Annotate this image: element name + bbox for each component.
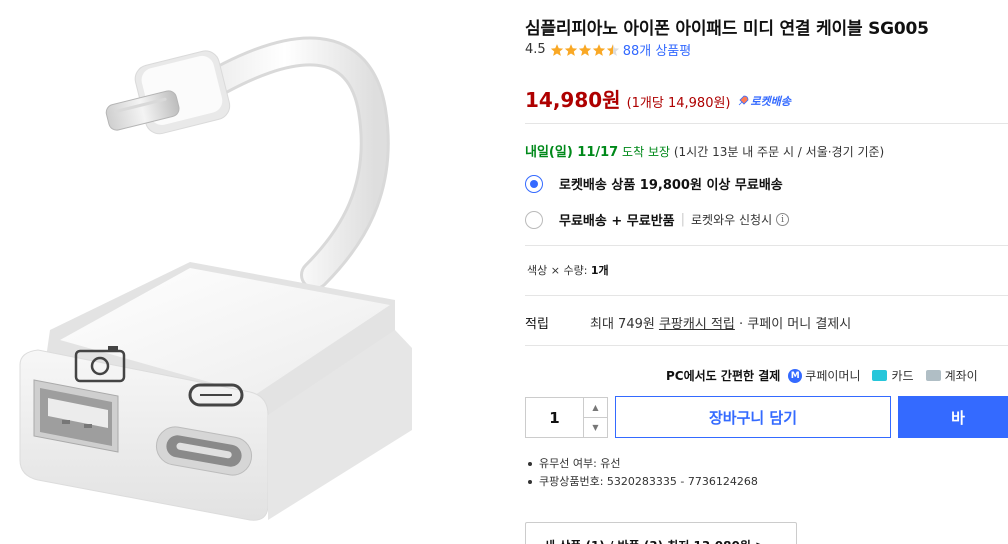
payment-card[interactable]: 카드 (872, 367, 914, 384)
coupay-money-icon: M (788, 368, 803, 383)
option-summary-prefix: 색상 × 수량: (527, 264, 591, 277)
sale-price: 14,980원 (525, 88, 621, 112)
quantity-up-icon[interactable]: ▲ (584, 398, 607, 418)
radio-selected[interactable] (525, 174, 543, 193)
product-details-list: 유무선 여부: 유선 쿠팡상품번호: 5320283335 - 77361242… (527, 455, 758, 491)
shipping-option-rocket[interactable]: 로켓배송 상품 19,800원 이상 무료배송 (525, 174, 783, 193)
radio-unselected[interactable] (525, 210, 543, 229)
divider (525, 123, 1008, 124)
star-rating (550, 43, 620, 57)
lightning-adapter-illustration (19, 36, 412, 521)
payment-methods: PC에서도 간편한 결제 M 쿠페이머니 카드 계좌이 (666, 367, 990, 384)
card-icon (872, 370, 888, 381)
option-summary-value: 1개 (590, 264, 609, 277)
points-text: 최대 749원 (590, 317, 659, 332)
cash-points: 적립 최대 749원 쿠팡캐시 적립 · 쿠페이 머니 결제시 (525, 313, 851, 332)
arrival-info: 내일(일) 11/17 도착 보장 (1시간 13분 내 주문 시 / 서울·경… (525, 141, 884, 160)
payment-method-label: 쿠페이머니 (805, 369, 861, 383)
price-row: 14,980원 (1개당 14,980원) 로켓배송 (525, 84, 791, 113)
rocket-delivery-label: 로켓배송 (750, 95, 791, 108)
arrival-condition: (1시간 13분 내 주문 시 / 서울·경기 기준) (673, 145, 885, 159)
star-full-icon (592, 43, 605, 56)
quantity-input[interactable]: 1 (526, 398, 583, 437)
rating-row[interactable]: 4.5 88개 상품평 (525, 40, 691, 59)
product-image (0, 0, 512, 544)
other-sellers-button[interactable]: 새 상품 (1) / 반품 (3) 최저 13,080원 > (525, 522, 797, 544)
star-full-icon (564, 43, 577, 56)
payment-method-label: 계좌이 (944, 369, 978, 383)
arrival-guarantee: 도착 보장 (622, 145, 671, 159)
coupang-cash-link[interactable]: 쿠팡캐시 적립 (659, 317, 735, 332)
payment-method-label: 카드 (891, 369, 914, 383)
points-label: 적립 (525, 317, 549, 332)
star-half-icon (606, 43, 619, 56)
shipping-option-sub: 로켓와우 신청시 (691, 213, 773, 227)
rating-value: 4.5 (525, 42, 546, 57)
rocket-icon (738, 95, 748, 106)
product-title: 심플리피아노 아이폰 아이패드 미디 연결 케이블 SG005 (525, 19, 929, 39)
buy-now-button[interactable]: 바 (898, 396, 1008, 438)
points-text-after: · 쿠페이 머니 결제시 (734, 317, 852, 332)
selected-option-summary: 색상 × 수량: 1개 (527, 262, 609, 278)
shipping-option-free-return[interactable]: 무료배송 + 무료반품 | 로켓와우 신청시 i (525, 210, 790, 229)
payment-coupay-money[interactable]: M 쿠페이머니 (788, 367, 860, 384)
divider (525, 295, 1008, 296)
bank-transfer-icon (925, 370, 941, 381)
rocket-delivery-badge: 로켓배송 (737, 93, 791, 109)
info-icon[interactable]: i (776, 213, 790, 226)
divider (525, 345, 1008, 346)
unit-price: (1개당 14,980원) (626, 96, 731, 111)
payment-bank[interactable]: 계좌이 (925, 367, 978, 384)
divider (525, 245, 1008, 246)
add-to-cart-button[interactable]: 장바구니 담기 (615, 396, 891, 438)
list-item: 유무선 여부: 유선 (527, 455, 758, 473)
review-count-link[interactable]: 88개 상품평 (623, 40, 692, 59)
arrival-date: 내일(일) 11/17 (525, 145, 619, 160)
separator: | (680, 212, 686, 227)
payment-title: PC에서도 간편한 결제 (666, 369, 781, 383)
shipping-option-label: 무료배송 + 무료반품 (559, 214, 675, 229)
list-item: 쿠팡상품번호: 5320283335 - 7736124268 (527, 473, 758, 491)
quantity-down-icon[interactable]: ▼ (584, 418, 607, 437)
star-full-icon (550, 43, 563, 56)
star-full-icon (578, 43, 591, 56)
shipping-option-label: 로켓배송 상품 19,800원 이상 무료배송 (559, 178, 783, 193)
product-info-panel: 심플리피아노 아이폰 아이패드 미디 연결 케이블 SG005 4.5 88개 … (525, 0, 1008, 544)
quantity-stepper[interactable]: 1 ▲ ▼ (525, 397, 608, 438)
